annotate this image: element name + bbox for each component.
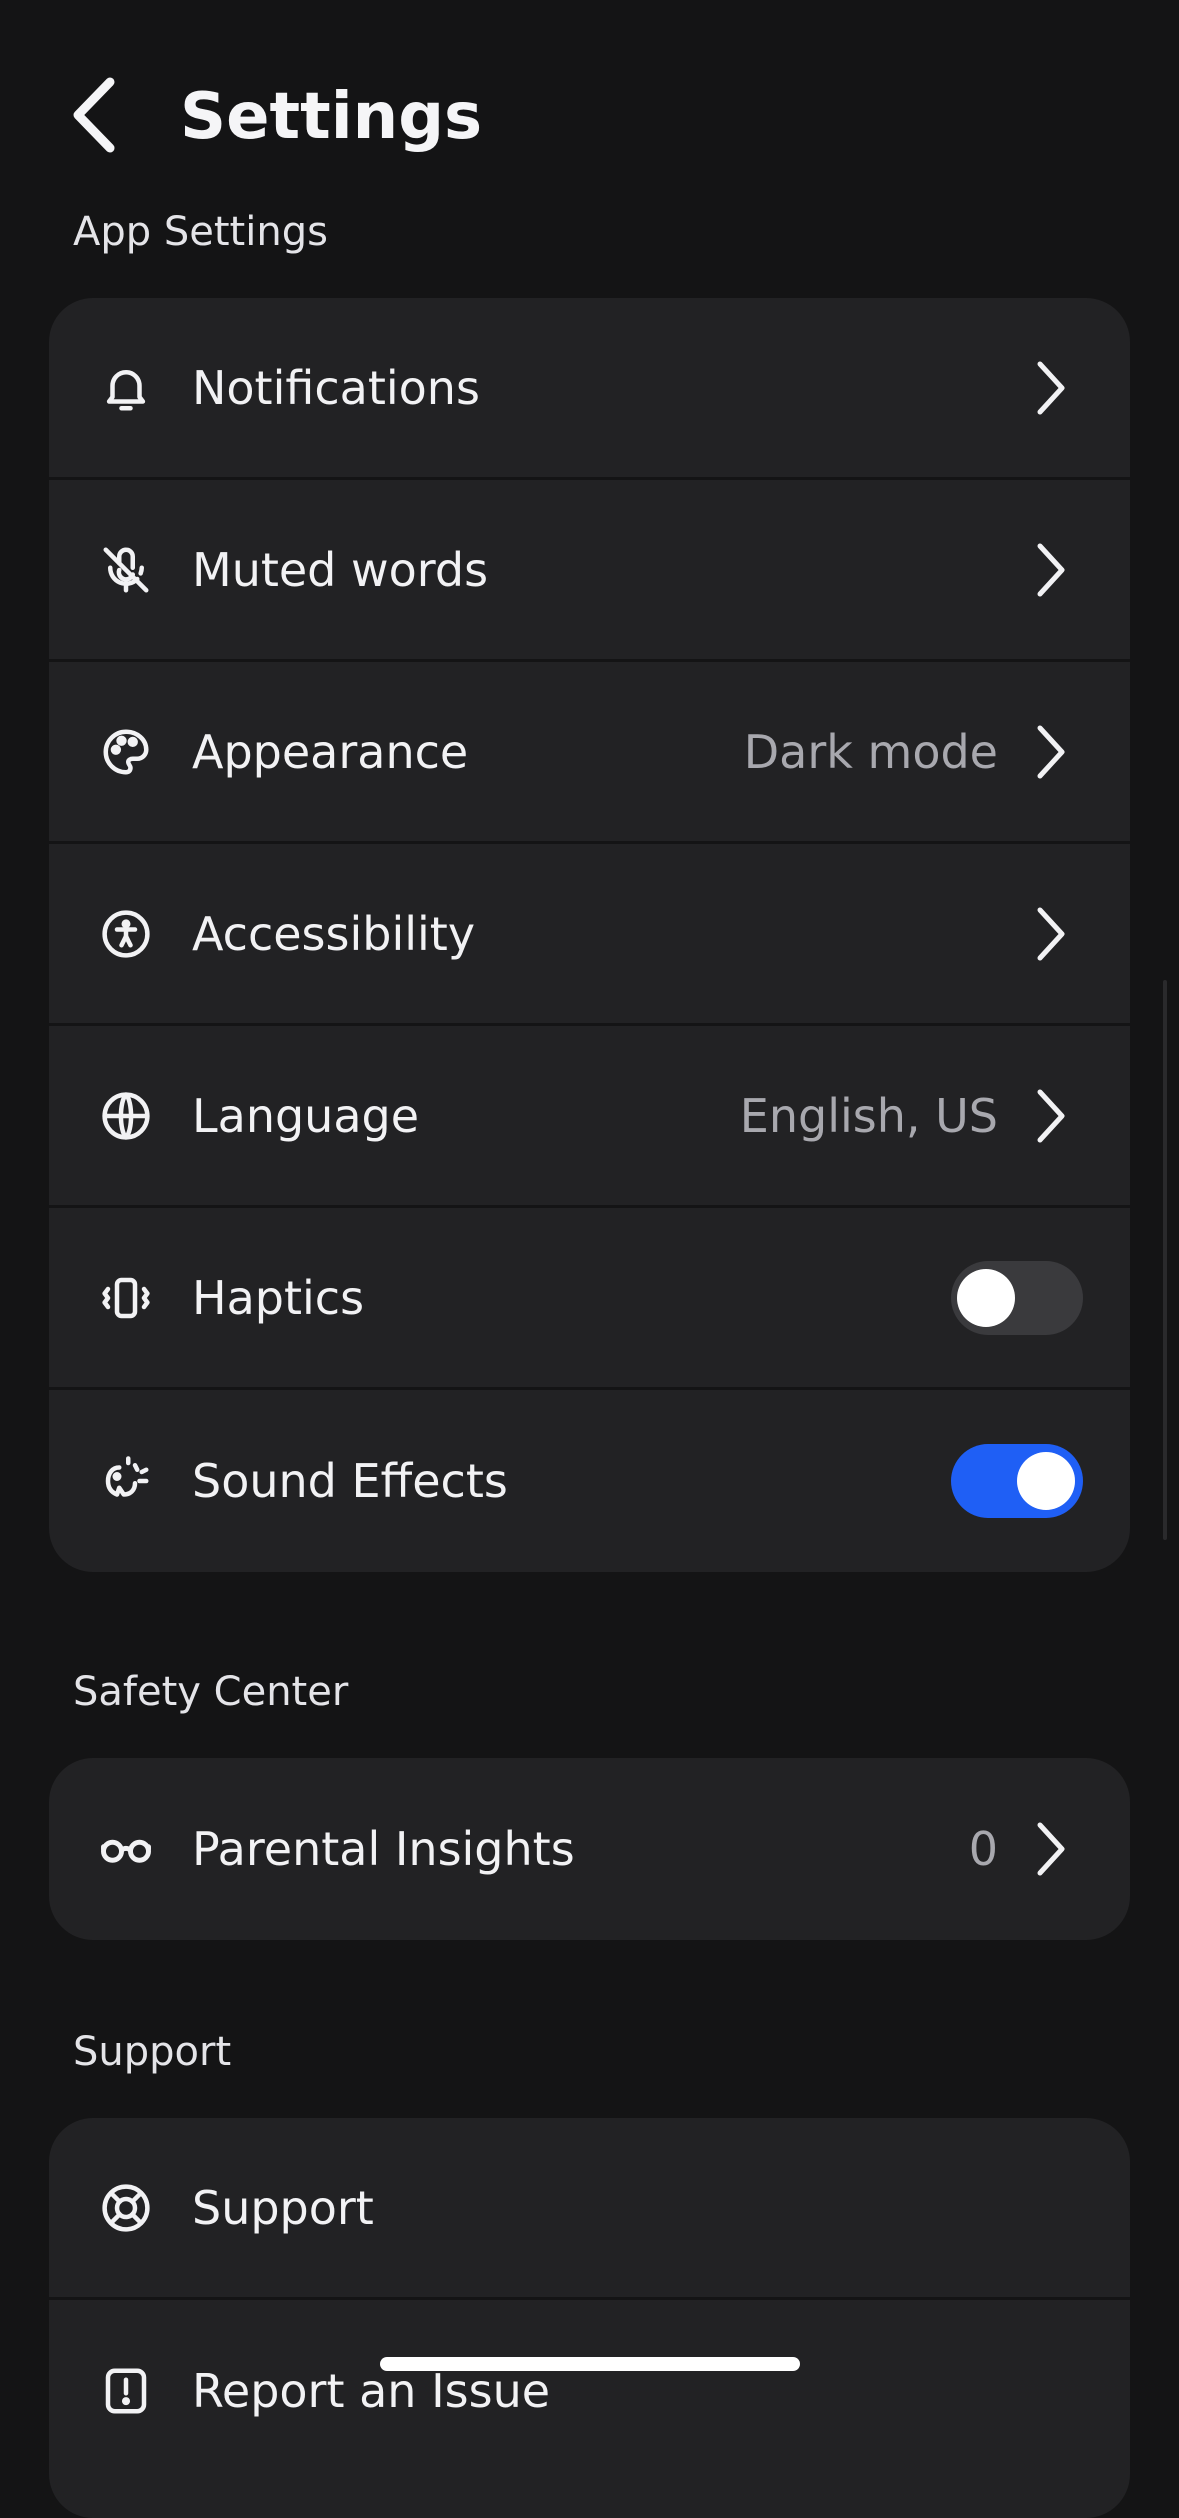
bell-icon [99,361,153,415]
chevron-right-icon [1030,904,1070,964]
glasses-icon [99,1822,153,1876]
section-label-support: Support [73,2029,232,2075]
chevron-right-icon [1030,358,1070,418]
chevron-right-icon [1030,1819,1070,1879]
chevron-right-icon [1030,1086,1070,1146]
settings-item-report-issue[interactable]: Report an Issue [49,2300,1130,2482]
section-label-safety-center: Safety Center [73,1669,349,1715]
back-button[interactable] [60,70,130,160]
section-label-app-settings: App Settings [73,209,328,255]
chevron-right-icon [1030,540,1070,600]
chevron-right-icon [1030,722,1070,782]
settings-item-support[interactable]: Support [49,2118,1130,2300]
language-value: English, US [739,1088,998,1143]
settings-item-label: Parental Insights [192,1822,575,1876]
settings-item-label: Sound Effects [192,1454,508,1508]
globe-icon [99,1089,153,1143]
settings-item-notifications[interactable]: Notifications [49,298,1130,480]
settings-item-label: Muted words [192,542,489,597]
chevron-left-icon [73,77,115,153]
sound-effects-icon [99,1454,153,1508]
settings-item-accessibility[interactable]: Accessibility [49,844,1130,1026]
settings-item-label: Report an Issue [192,2364,551,2418]
settings-item-sound-effects: Sound Effects [49,1390,1130,1572]
safety-center-card: Parental Insights 0 [49,1758,1130,1940]
scroll-indicator[interactable] [1163,980,1167,1540]
palette-icon [99,725,153,779]
report-icon [99,2364,153,2418]
support-card: Support Report an Issue [49,2118,1130,2518]
settings-item-label: Notifications [192,360,480,415]
sound-effects-toggle[interactable] [951,1444,1083,1518]
toggle-knob [1017,1452,1075,1510]
app-settings-card: Notifications Muted words Appearance Dar… [49,298,1130,1572]
page-title: Settings [180,80,483,154]
settings-item-label: Support [192,2180,374,2235]
settings-item-muted-words[interactable]: Muted words [49,480,1130,662]
settings-item-language[interactable]: Language English, US [49,1026,1130,1208]
settings-item-label: Language [192,1088,420,1143]
vibrate-icon [99,1271,153,1325]
parental-insights-count: 0 [968,1822,998,1876]
settings-item-parental-insights[interactable]: Parental Insights 0 [49,1758,1130,1940]
haptics-toggle[interactable] [951,1260,1083,1335]
lifebuoy-icon [99,2181,153,2235]
settings-item-label: Haptics [192,1270,365,1325]
settings-item-label: Appearance [192,724,469,779]
appearance-value: Dark mode [743,724,998,779]
home-indicator[interactable] [380,2357,800,2371]
settings-item-label: Accessibility [192,906,476,961]
header: Settings [0,0,1179,220]
mic-off-icon [99,543,153,597]
accessibility-icon [99,907,153,961]
settings-item-haptics: Haptics [49,1208,1130,1390]
settings-item-appearance[interactable]: Appearance Dark mode [49,662,1130,844]
toggle-knob [957,1268,1015,1327]
